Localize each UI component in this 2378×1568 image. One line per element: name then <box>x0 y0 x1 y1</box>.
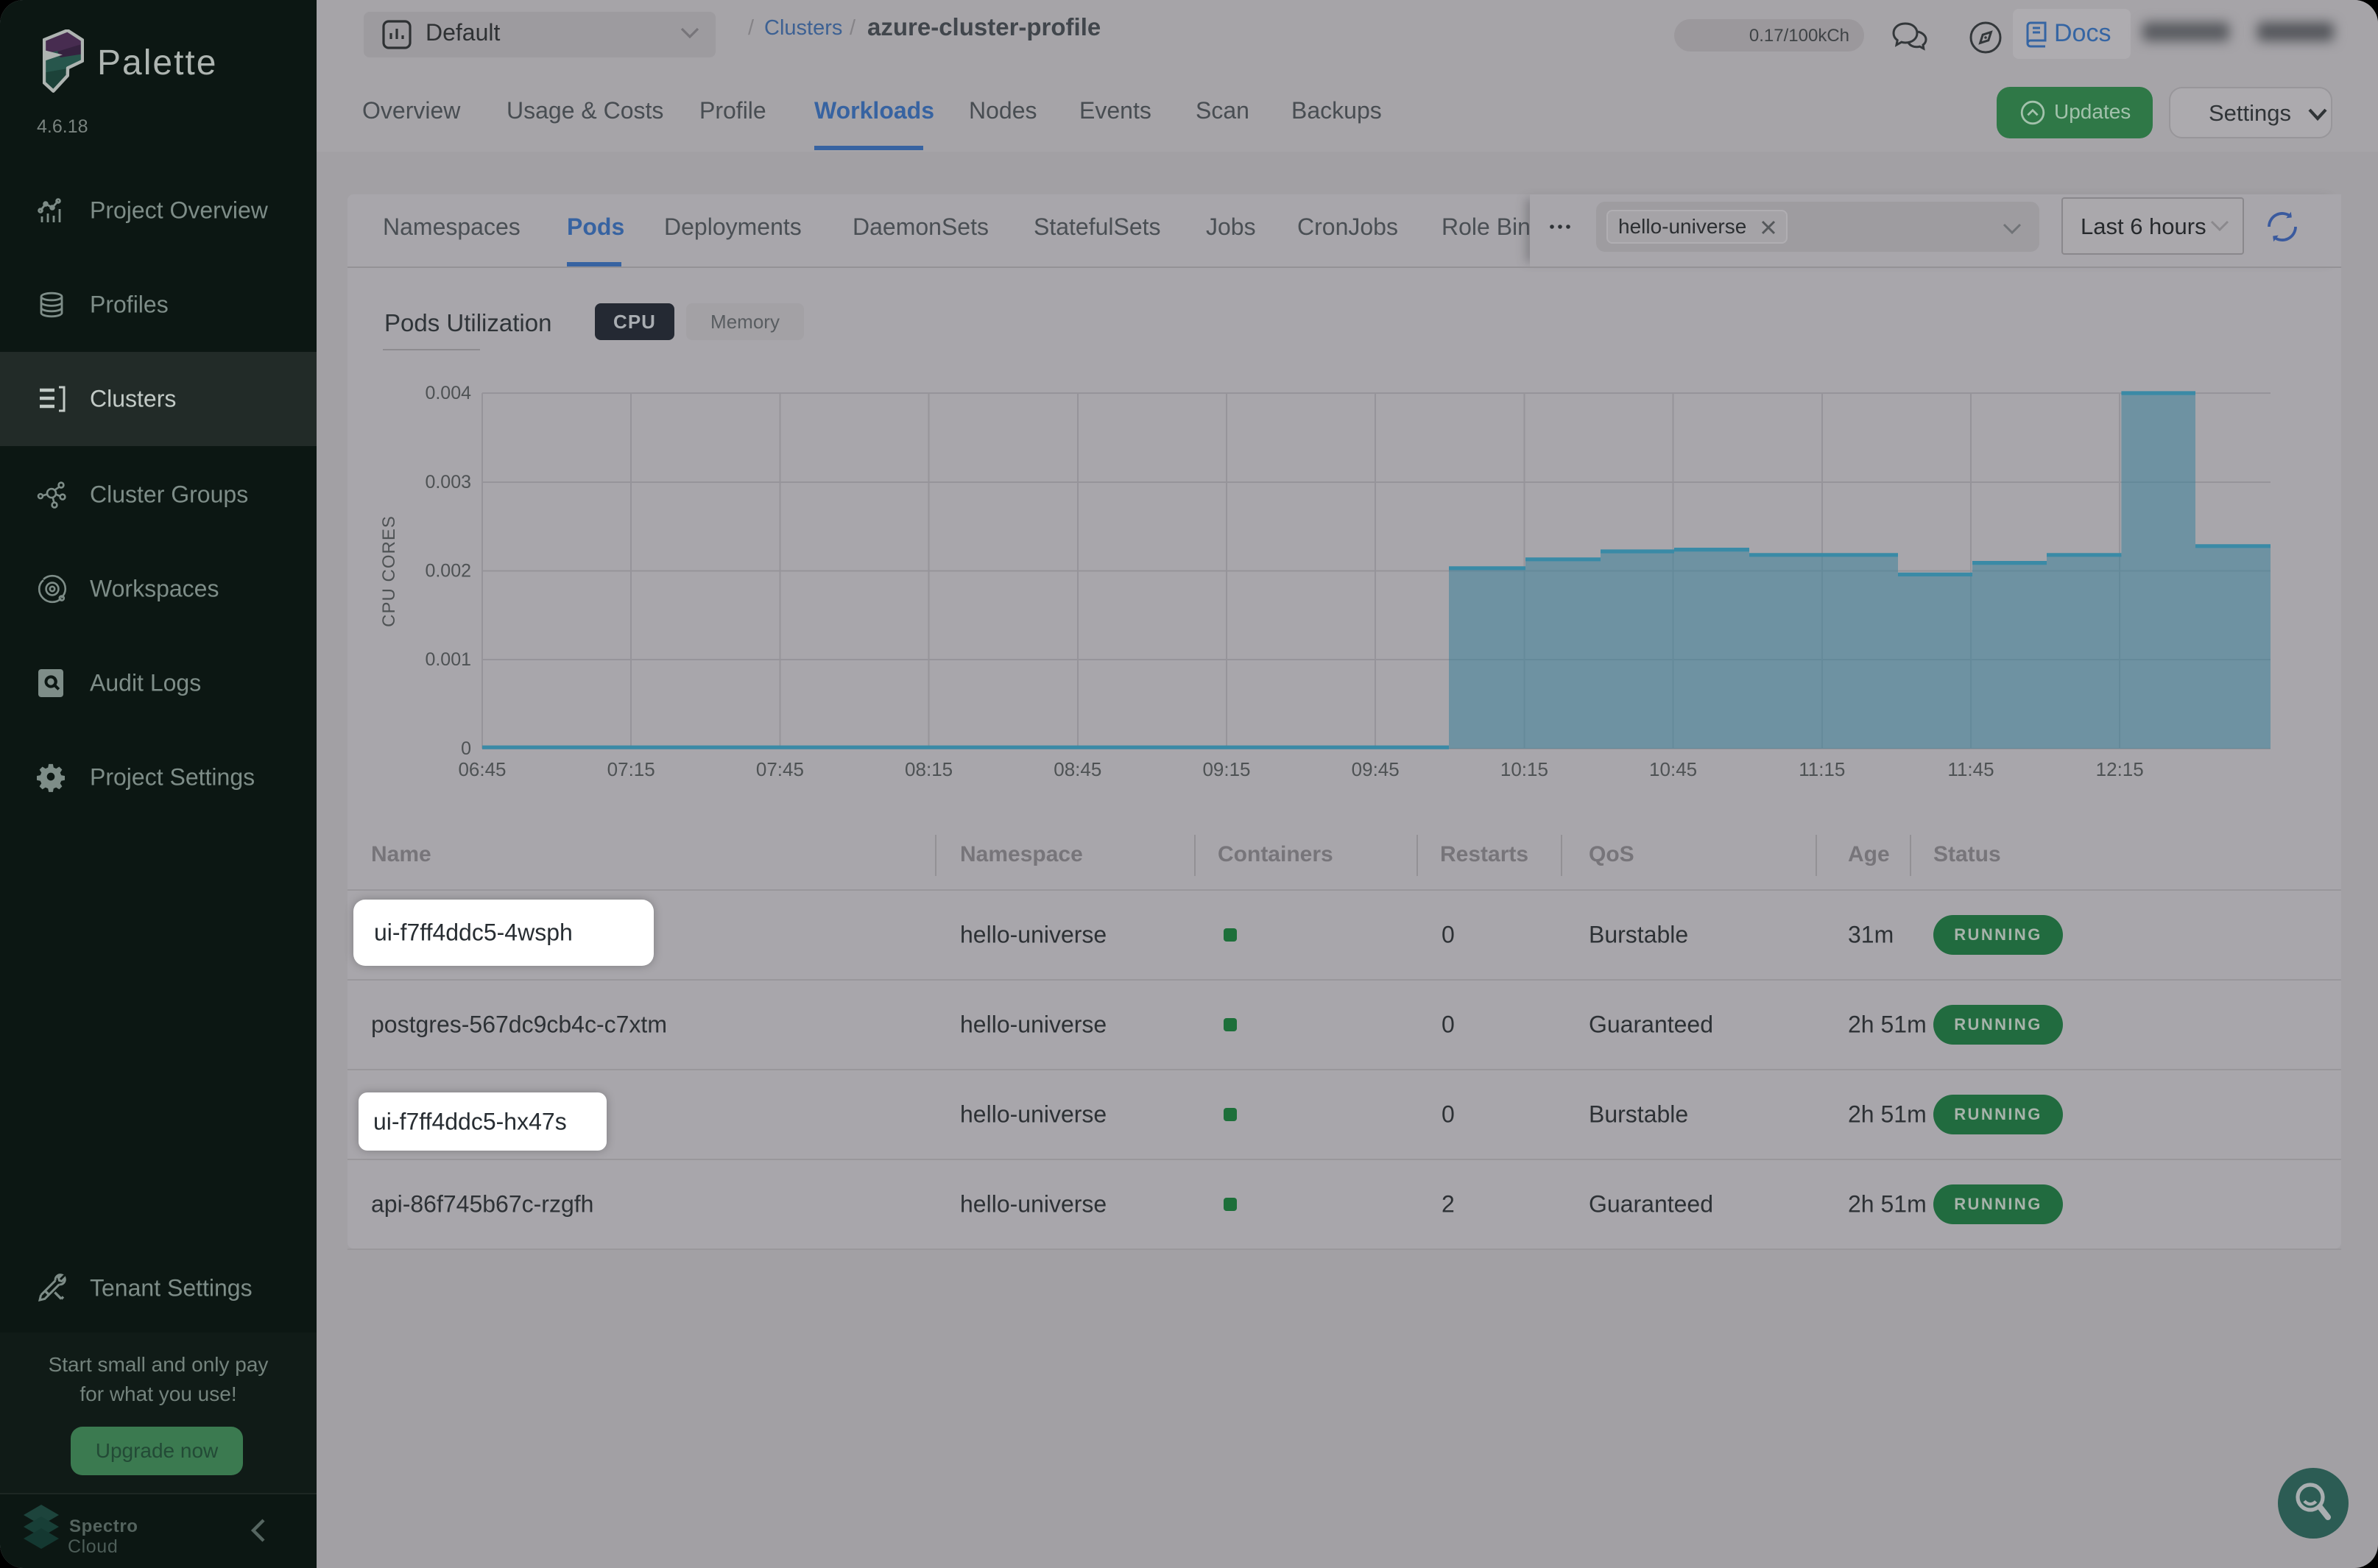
svg-text:11:15: 11:15 <box>1799 758 1845 780</box>
svg-text:11:45: 11:45 <box>1947 758 1994 780</box>
svg-text:07:15: 07:15 <box>607 758 655 780</box>
svg-text:0: 0 <box>461 738 471 759</box>
svg-text:0.001: 0.001 <box>425 649 471 670</box>
svg-text:12:15: 12:15 <box>2096 758 2144 780</box>
svg-text:07:45: 07:45 <box>756 758 804 780</box>
svg-text:10:15: 10:15 <box>1500 758 1548 780</box>
svg-text:10:45: 10:45 <box>1649 758 1697 780</box>
svg-text:0.002: 0.002 <box>425 561 471 582</box>
svg-text:CPU CORES: CPU CORES <box>379 515 399 627</box>
svg-text:08:45: 08:45 <box>1054 758 1101 780</box>
svg-text:09:15: 09:15 <box>1202 758 1250 780</box>
svg-text:09:45: 09:45 <box>1352 758 1400 780</box>
svg-text:0.004: 0.004 <box>425 383 471 403</box>
svg-text:06:45: 06:45 <box>458 758 506 780</box>
svg-text:0.003: 0.003 <box>425 472 471 492</box>
svg-text:08:15: 08:15 <box>905 758 953 780</box>
